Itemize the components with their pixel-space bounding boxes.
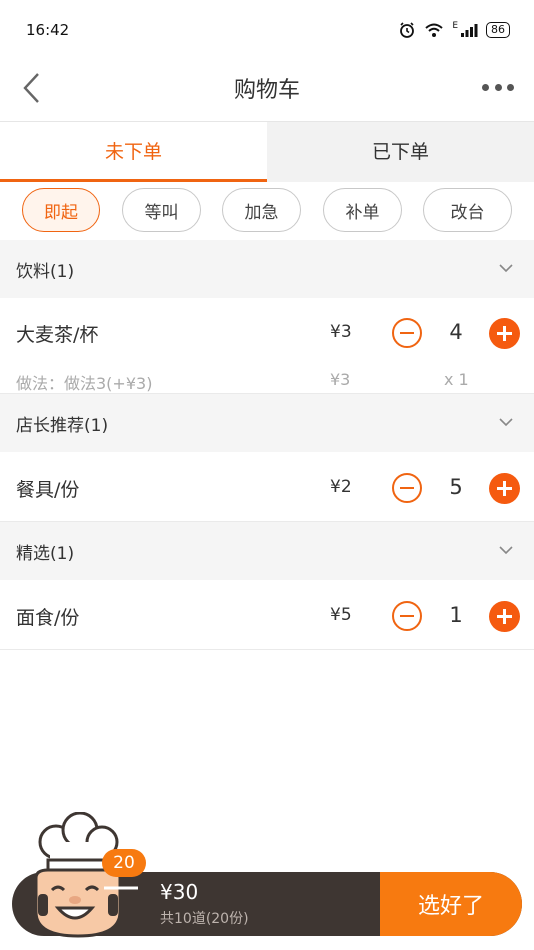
more-dots-icon (494, 83, 502, 91)
battery-indicator: 86 (486, 22, 510, 38)
network-type-label: E (452, 21, 458, 31)
more-dots-icon (482, 83, 489, 91)
status-time: 16:42 (26, 21, 70, 39)
chip-add-order[interactable]: 补单 (323, 188, 402, 232)
item-quantity: 4 (449, 320, 463, 344)
signal-icon (461, 24, 478, 37)
item-name: 面食/份 (16, 607, 80, 629)
item-quantity: 1 (449, 603, 463, 627)
order-status-tabs: 未下单 已下单 (0, 121, 534, 182)
chevron-left-icon (23, 73, 39, 103)
chevron-down-icon (499, 264, 513, 273)
chip-wait-call[interactable]: 等叫 (122, 188, 201, 232)
more-button[interactable] (482, 78, 514, 96)
decrease-quantity-button[interactable] (392, 601, 422, 631)
item-price: ¥5 (330, 605, 352, 625)
alarm-icon (400, 22, 415, 38)
chevron-down-icon (499, 418, 513, 427)
increase-quantity-button[interactable] (489, 318, 520, 349)
chip-immediate[interactable]: 即起 (22, 188, 100, 232)
nav-bar: 购物车 (0, 56, 534, 120)
cart-item-row: 大麦茶/杯 ¥3 4 做法：做法3(+¥3) ¥3 x 1 (0, 298, 534, 394)
section-title: 精选(1) (16, 543, 75, 564)
page-title: 购物车 (233, 78, 300, 103)
chip-change-table[interactable]: 改台 (423, 188, 512, 232)
cart-count-badge: 20 (102, 849, 146, 877)
tab-ordered[interactable]: 已下单 (267, 122, 534, 182)
more-dots-icon (507, 83, 514, 91)
item-price: ¥3 (330, 322, 352, 342)
item-name: 餐具/份 (16, 479, 80, 501)
section-header-manager-picks[interactable]: 店长推荐(1) (0, 394, 534, 452)
cart-item-row: 面食/份 ¥5 1 (0, 580, 534, 650)
chevron-down-icon (499, 546, 513, 555)
status-icons: E 86 (398, 21, 510, 39)
item-name: 大麦茶/杯 (16, 324, 99, 346)
section-title: 店长推荐(1) (16, 415, 109, 436)
section-header-selected[interactable]: 精选(1) (0, 522, 534, 580)
decrease-quantity-button[interactable] (392, 473, 422, 503)
cart-total-price: ¥30 (160, 880, 199, 904)
checkout-button[interactable]: 选好了 (380, 872, 522, 936)
chip-rush[interactable]: 加急 (222, 188, 301, 232)
item-price: ¥2 (330, 477, 352, 497)
cart-total-count: 共10道(20份) (160, 911, 249, 927)
cart-item-row: 餐具/份 ¥2 5 (0, 452, 534, 522)
option-quantity: x 1 (444, 370, 469, 389)
increase-quantity-button[interactable] (489, 601, 520, 632)
tab-unordered[interactable]: 未下单 (0, 122, 267, 182)
option-price: ¥3 (330, 370, 351, 389)
serve-mode-chips: 即起 等叫 加急 补单 改台 (0, 188, 534, 234)
section-title: 饮料(1) (16, 261, 75, 282)
section-header-drinks[interactable]: 饮料(1) (0, 240, 534, 298)
decrease-quantity-button[interactable] (392, 318, 422, 348)
item-option: 做法：做法3(+¥3) (16, 374, 153, 393)
item-quantity: 5 (449, 475, 463, 499)
status-bar: 16:42 E 86 (0, 0, 534, 60)
back-button[interactable] (18, 70, 48, 106)
wifi-icon (425, 23, 443, 37)
increase-quantity-button[interactable] (489, 473, 520, 504)
